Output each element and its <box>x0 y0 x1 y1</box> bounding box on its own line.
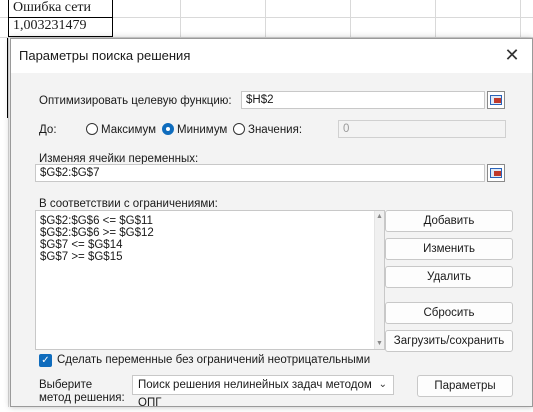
radio-value-label: Значения: <box>248 124 303 136</box>
sheet-left-border <box>0 38 8 118</box>
reset-button[interactable]: Сбросить <box>385 302 513 324</box>
value-of-input[interactable]: 0 <box>338 120 506 138</box>
scroll-up-icon[interactable]: ▲ <box>376 213 383 220</box>
method-label-line2: метод решения: <box>39 392 125 404</box>
chevron-down-icon: ⌄ <box>378 379 387 390</box>
constraints-scrollbar[interactable]: ▲ ▼ <box>374 211 384 349</box>
constraint-item[interactable]: $G$2:$G$6 >= $G$12 <box>40 227 154 239</box>
radio-min[interactable] <box>162 123 174 135</box>
radio-min-label: Минимум <box>177 124 228 136</box>
solving-method-value: Поиск решения нелинейных задач методом О… <box>138 379 372 409</box>
constraints-label: В соответствии с ограничениями: <box>39 198 218 210</box>
dialog-titlebar: Параметры поиска решения ✕ <box>11 39 532 73</box>
changing-cells-input[interactable]: $G$2:$G$7 <box>35 164 485 182</box>
to-label: До: <box>39 124 57 136</box>
constraint-item[interactable]: $G$7 >= $G$15 <box>40 251 122 263</box>
range-select-icon[interactable] <box>487 164 505 182</box>
dialog-title: Параметры поиска решения <box>19 48 191 63</box>
change-button[interactable]: Изменить <box>385 238 513 260</box>
load-save-button[interactable]: Загрузить/сохранить <box>385 330 513 352</box>
radio-max[interactable] <box>86 123 98 135</box>
constraint-item[interactable]: $G$2:$G$6 <= $G$11 <box>40 215 153 227</box>
method-label-line1: Выберите <box>39 379 93 391</box>
solver-parameters-dialog: Параметры поиска решения ✕ Оптимизироват… <box>10 38 533 409</box>
scroll-down-icon[interactable]: ▼ <box>376 340 383 347</box>
constraints-listbox[interactable]: $G$2:$G$6 <= $G$11 $G$2:$G$6 >= $G$12 $G… <box>35 210 385 350</box>
delete-button[interactable]: Удалить <box>385 266 513 288</box>
close-icon[interactable]: ✕ <box>502 45 522 65</box>
constraint-item[interactable]: $G$7 <= $G$14 <box>40 239 122 251</box>
gridline <box>8 0 9 407</box>
nonneg-label: Сделать переменные без ограничений неотр… <box>57 354 371 366</box>
add-button[interactable]: Добавить <box>385 210 513 232</box>
cell-network-error-value[interactable]: 1,003231479 <box>8 17 113 37</box>
radio-max-label: Максимум <box>101 124 157 136</box>
objective-input[interactable]: $H$2 <box>241 91 485 109</box>
solving-method-select[interactable]: Поиск решения нелинейных задач методом О… <box>132 375 394 409</box>
options-button[interactable]: Параметры <box>417 375 513 397</box>
objective-label: Оптимизировать целевую функцию: <box>39 95 232 107</box>
range-select-icon[interactable] <box>487 91 505 109</box>
radio-value[interactable] <box>233 123 245 135</box>
checkmark-icon[interactable]: ✓ <box>39 354 52 367</box>
cell-header-network-error[interactable]: Ошибка сети <box>8 0 113 18</box>
